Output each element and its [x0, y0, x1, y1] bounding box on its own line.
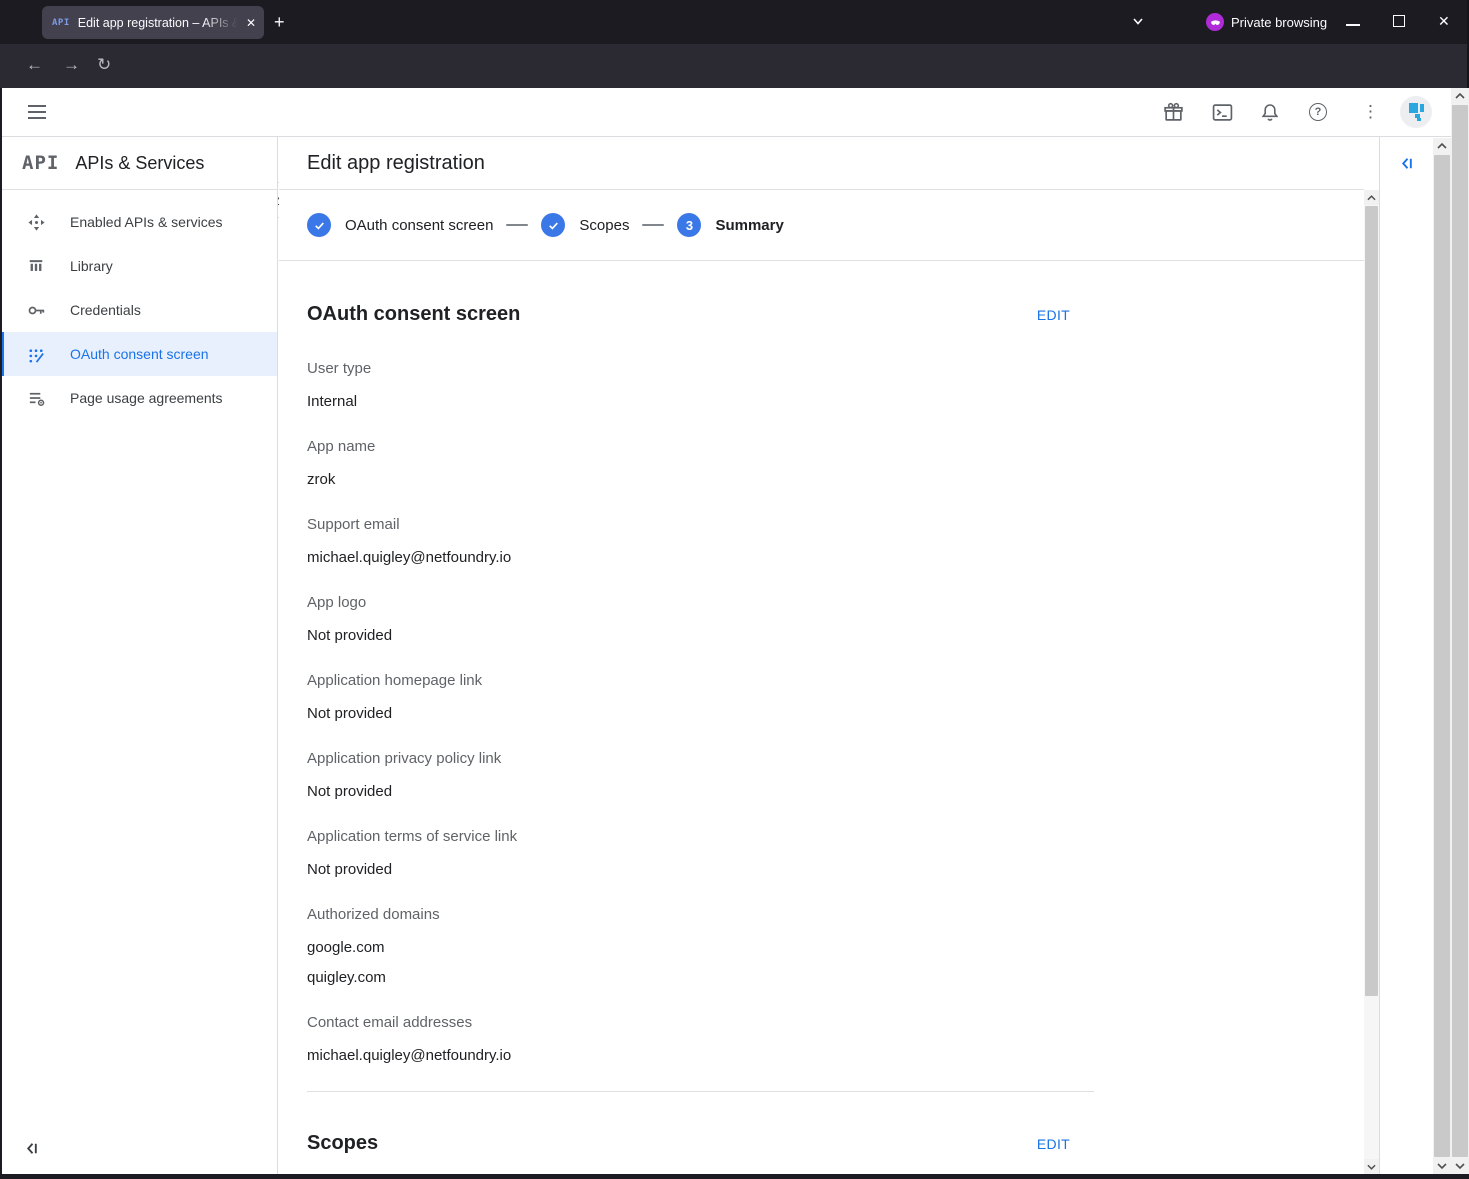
content-scrollbar[interactable]	[1364, 190, 1379, 1174]
window-close-button[interactable]: ✕	[1438, 13, 1450, 30]
tab-list-chevron-icon[interactable]	[1131, 14, 1145, 28]
sidebar-item-library[interactable]: Library	[0, 244, 277, 288]
tab-favicon-api-icon: API	[52, 18, 70, 28]
field-app-name: App name zrok	[307, 437, 1094, 495]
info-panel-collapsed	[1379, 137, 1433, 1174]
window-maximize-button[interactable]	[1393, 15, 1405, 27]
section-title: Scopes	[307, 1132, 1094, 1155]
agreements-list-gear-icon	[26, 388, 46, 408]
field-authorized-domains: Authorized domains google.com quigley.co…	[307, 905, 1094, 993]
scrollbar-thumb[interactable]	[1434, 155, 1450, 1157]
field-homepage-link: Application homepage link Not provided	[307, 671, 1094, 729]
window-bottom-edge	[0, 1174, 1469, 1179]
stepper: OAuth consent screen Scopes 3 Summary	[279, 190, 1364, 261]
sidebar: API APIs & Services Enabled APIs & servi…	[0, 137, 278, 1174]
tab-title: Edit app registration – APIs & Se	[78, 16, 238, 30]
field-app-logo: App logo Not provided	[307, 593, 1094, 651]
oauth-consent-icon	[26, 344, 46, 364]
notifications-bell-icon[interactable]	[1260, 102, 1280, 123]
gcp-header: GoogleCloud zrok ▾ Search ?	[0, 88, 1452, 137]
step-3-label[interactable]: Summary	[715, 217, 783, 234]
sidebar-menu: Enabled APIs & services Library Credenti…	[0, 190, 277, 420]
sidebar-item-oauth-consent-screen[interactable]: OAuth consent screen	[0, 332, 277, 376]
tab-close-icon[interactable]: ✕	[246, 16, 256, 30]
step-connector	[642, 224, 664, 226]
edit-oauth-consent-link[interactable]: EDIT	[1037, 307, 1070, 323]
browser-window: API Edit app registration – APIs & Se ✕ …	[0, 0, 1469, 1179]
scroll-up-icon[interactable]	[1364, 190, 1379, 205]
page-title: Edit app registration	[307, 152, 485, 175]
section-scopes: Scopes EDIT	[307, 1091, 1094, 1155]
private-browsing-label: Private browsing	[1231, 15, 1327, 30]
avatar-pixel-glyph	[1408, 103, 1424, 121]
scroll-up-icon[interactable]	[1433, 138, 1451, 154]
main-content: Edit app registration OAuth consent scre…	[279, 137, 1364, 1174]
window-minimize-button[interactable]	[1346, 12, 1360, 26]
sidebar-item-page-usage-agreements[interactable]: Page usage agreements	[0, 376, 277, 420]
step-2-check-icon[interactable]	[541, 213, 565, 237]
more-options-icon[interactable]: ⋮	[1362, 102, 1379, 122]
field-contact-emails: Contact email addresses michael.quigley@…	[307, 1013, 1094, 1071]
field-terms-of-service-link: Application terms of service link Not pr…	[307, 827, 1094, 885]
library-icon	[26, 256, 46, 276]
gcp-nav-menu-icon[interactable]	[28, 105, 46, 107]
enabled-apis-icon	[26, 212, 46, 232]
back-icon[interactable]: ←	[26, 55, 43, 75]
scroll-down-icon[interactable]	[1451, 1158, 1469, 1174]
key-icon	[26, 300, 46, 320]
field-support-email: Support email michael.quigley@netfoundry…	[307, 515, 1094, 573]
step-2-label[interactable]: Scopes	[579, 217, 629, 234]
browser-toolbar: ← → ↻ https://console.cloud.google.com/a…	[0, 44, 1469, 88]
scroll-up-icon[interactable]	[1451, 88, 1469, 104]
tab-bar: API Edit app registration – APIs & Se ✕ …	[0, 0, 1469, 44]
sidebar-collapse-icon[interactable]	[24, 1140, 41, 1157]
step-3-number-badge[interactable]: 3	[677, 213, 701, 237]
gift-icon[interactable]	[1163, 102, 1184, 123]
step-1-label[interactable]: OAuth consent screen	[345, 217, 493, 234]
new-tab-button[interactable]: +	[274, 11, 285, 33]
browser-tab[interactable]: API Edit app registration – APIs & Se ✕	[42, 6, 264, 39]
edit-scopes-link[interactable]: EDIT	[1037, 1136, 1070, 1152]
api-logo: API	[22, 152, 59, 174]
scroll-down-icon[interactable]	[1433, 1158, 1451, 1174]
sidebar-item-enabled-apis[interactable]: Enabled APIs & services	[0, 200, 277, 244]
help-icon[interactable]: ?	[1309, 103, 1327, 121]
page-title-row: Edit app registration	[279, 137, 1364, 190]
console-scrollbar[interactable]	[1433, 138, 1451, 1174]
cloud-shell-icon[interactable]	[1212, 103, 1233, 122]
section-oauth-consent-screen: OAuth consent screen EDIT User type Inte…	[307, 261, 1094, 1071]
sidebar-item-credentials[interactable]: Credentials	[0, 288, 277, 332]
forward-icon[interactable]: →	[63, 55, 80, 75]
sidebar-header: API APIs & Services	[0, 137, 277, 190]
scrollbar-thumb[interactable]	[1452, 105, 1468, 1157]
account-avatar[interactable]	[1400, 96, 1432, 128]
field-user-type: User type Internal	[307, 359, 1094, 417]
field-privacy-policy-link: Application privacy policy link Not prov…	[307, 749, 1094, 807]
panel-collapse-icon[interactable]	[1399, 155, 1416, 172]
section-title: OAuth consent screen	[307, 303, 1094, 326]
scrollbar-thumb[interactable]	[1365, 206, 1378, 996]
private-browsing-icon	[1206, 13, 1224, 31]
reload-icon[interactable]: ↻	[97, 55, 111, 75]
step-connector	[506, 224, 528, 226]
page-scrollbar[interactable]	[1451, 88, 1469, 1174]
step-1-check-icon[interactable]	[307, 213, 331, 237]
sidebar-title: APIs & Services	[75, 153, 204, 174]
scroll-down-icon[interactable]	[1364, 1159, 1379, 1174]
window-left-edge	[0, 88, 2, 1179]
